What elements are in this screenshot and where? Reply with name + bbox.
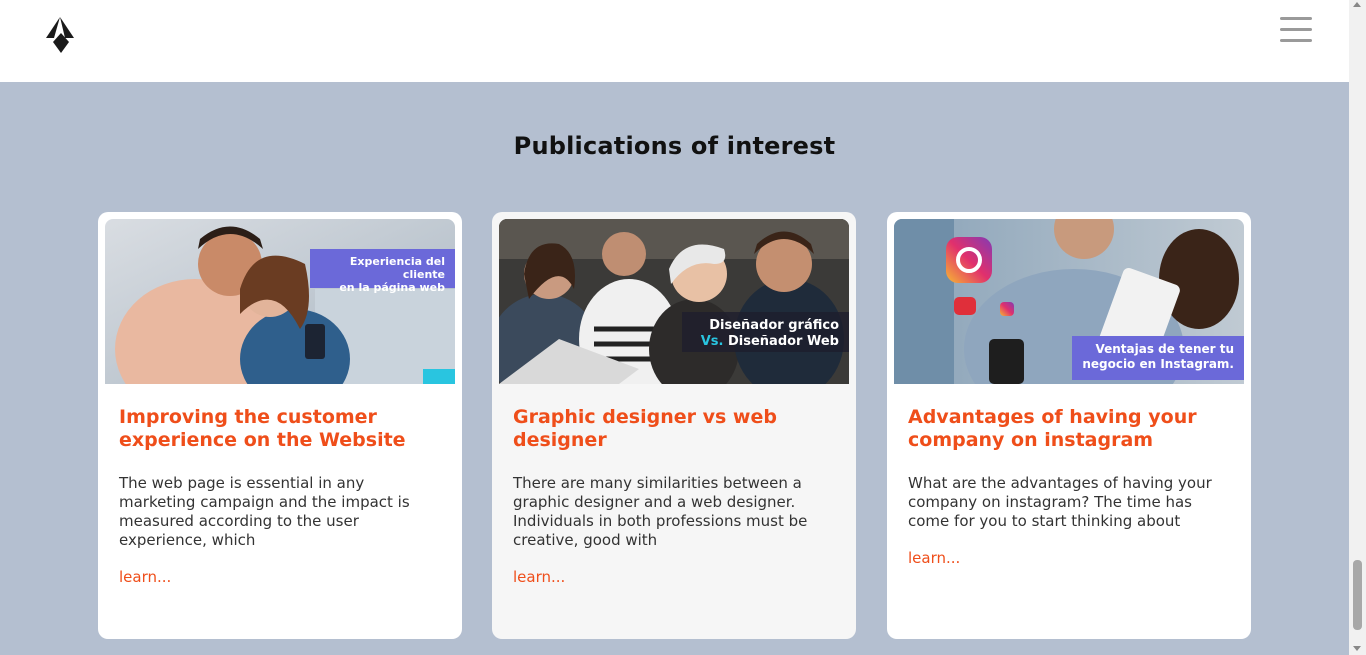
publications-section: Publications of interest Experiencia del… bbox=[0, 82, 1349, 655]
badge-line: Diseñador Web bbox=[727, 334, 839, 349]
publication-card[interactable]: Experiencia del cliente en la página web… bbox=[98, 212, 462, 639]
card-title[interactable]: Graphic designer vs web designer bbox=[513, 406, 835, 452]
card-excerpt: There are many similarities between a gr… bbox=[513, 474, 808, 549]
card-image[interactable]: Ventajas de tener tu negocio en Instagra… bbox=[894, 219, 1244, 384]
card-title[interactable]: Advantages of having your company on ins… bbox=[908, 406, 1230, 452]
scrollbar-thumb[interactable] bbox=[1353, 560, 1362, 630]
image-caption-badge: Experiencia del cliente en la página web bbox=[310, 249, 455, 294]
publication-card[interactable]: Diseñador gráfico Vs. Diseñador Web Grap… bbox=[492, 212, 856, 639]
card-image[interactable]: Experiencia del cliente en la página web bbox=[105, 219, 455, 384]
section-title: Publications of interest bbox=[513, 132, 836, 160]
vertical-scrollbar[interactable] bbox=[1349, 0, 1366, 655]
badge-line: Ventajas de tener tu bbox=[1095, 342, 1234, 356]
badge-line: Experiencia del cliente bbox=[349, 255, 445, 281]
card-image[interactable]: Diseñador gráfico Vs. Diseñador Web bbox=[499, 219, 849, 384]
scroll-up-arrow-icon[interactable] bbox=[1353, 2, 1361, 7]
badge-vs: Vs. bbox=[700, 334, 724, 349]
learn-more-link[interactable]: learn... bbox=[119, 568, 441, 586]
site-header bbox=[0, 0, 1349, 82]
image-caption-badge: Diseñador gráfico Vs. Diseñador Web bbox=[682, 312, 849, 352]
image-caption-badge: Ventajas de tener tu negocio en Instagra… bbox=[1072, 336, 1244, 380]
learn-more-link[interactable]: learn... bbox=[513, 568, 835, 586]
card-excerpt: The web page is essential in any marketi… bbox=[119, 474, 410, 549]
publication-card[interactable]: Ventajas de tener tu negocio en Instagra… bbox=[887, 212, 1251, 639]
brand-logo-icon[interactable] bbox=[44, 16, 78, 56]
learn-more-link[interactable]: learn... bbox=[908, 549, 1230, 567]
hamburger-menu-icon[interactable] bbox=[1280, 16, 1312, 44]
card-excerpt: What are the advantages of having your c… bbox=[908, 474, 1212, 530]
badge-line: Diseñador gráfico bbox=[709, 318, 839, 333]
scroll-down-arrow-icon[interactable] bbox=[1353, 646, 1361, 651]
badge-line: negocio en Instagram. bbox=[1082, 357, 1234, 371]
card-title[interactable]: Improving the customer experience on the… bbox=[119, 406, 441, 452]
badge-line: en la página web bbox=[339, 281, 445, 294]
